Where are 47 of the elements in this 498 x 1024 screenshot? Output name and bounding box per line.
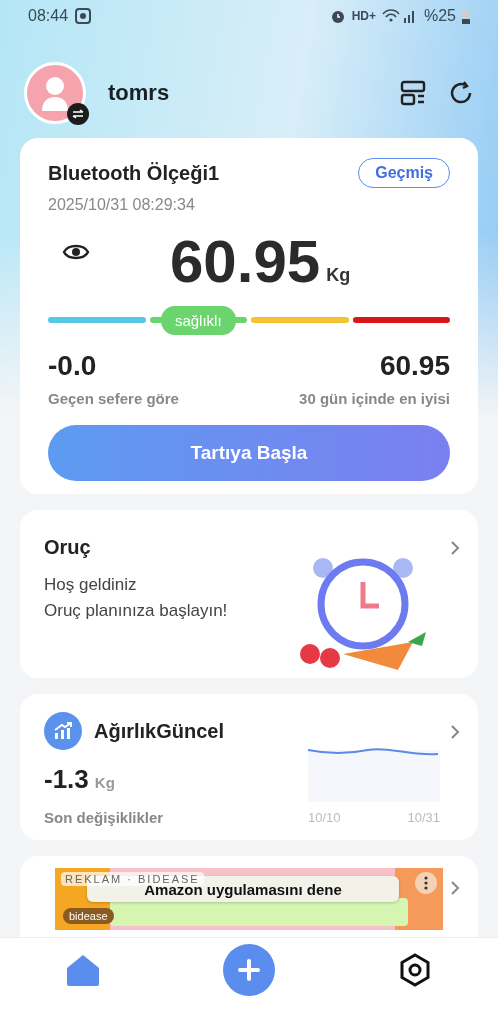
person-icon (40, 75, 70, 111)
add-button[interactable] (223, 944, 275, 996)
home-icon (66, 954, 100, 986)
trend-card[interactable]: AğırlıkGüncel -1.3 Kg Son değişiklikler 10/10 10/31 (20, 694, 478, 840)
ad-brand: bidease (63, 908, 114, 924)
card-text: Oruç planınıza başlayın! (44, 601, 229, 621)
axis-label: 10/31 (407, 810, 440, 825)
change-caption: Son değişiklikler (44, 809, 164, 826)
axis-label: 10/10 (308, 810, 341, 825)
ad-label: REKLAM · BIDEASE (61, 872, 204, 886)
fasting-card[interactable]: Oruç Hoş geldiniz Oruç planınıza başlayın! (20, 510, 478, 678)
network-label: HD+ (351, 9, 376, 23)
card-title: Oruç (44, 536, 91, 558)
card-text: Hoş geldiniz (44, 575, 138, 595)
plus-icon (238, 959, 260, 981)
settings-icon (399, 953, 431, 987)
alarm-icon (329, 8, 346, 24)
stat-label: 30 gün içinde en iyisi (299, 390, 450, 407)
trend-icon (44, 712, 82, 750)
switch-badge[interactable] (67, 103, 89, 125)
weight-unit: Kg (326, 265, 351, 286)
history-button[interactable]: Geçmiş (358, 158, 450, 188)
chevron-icon[interactable] (450, 880, 460, 896)
status-time: 08:44 (28, 7, 69, 25)
weight-value: 60.95 (170, 232, 321, 292)
chevron-icon[interactable] (450, 540, 460, 556)
card-title: AğırlıkGüncel (94, 719, 225, 743)
username: tomrs (108, 80, 170, 106)
battery-level: %25 (423, 7, 456, 25)
layout-icon[interactable] (400, 80, 426, 106)
timestamp: 2025/10/31 08:29:34 (48, 196, 196, 214)
stat-value: 60.95 (379, 350, 450, 382)
device-name: Bluetooth Ölçeği1 (48, 161, 220, 185)
ad-banner[interactable]: Amazon uygulamasını dene REKLAM · BIDEASE bidease (55, 868, 443, 930)
stat-label: Geçen sefere göre (48, 390, 179, 407)
screenshot-icon (74, 7, 93, 25)
stat-value: -0.0 (48, 350, 97, 382)
battery-icon (462, 8, 470, 24)
refresh-icon[interactable] (448, 80, 474, 106)
change-unit: Kg (94, 774, 115, 791)
change-value: -1.3 (44, 764, 89, 794)
swap-icon (72, 109, 84, 119)
chevron-icon[interactable] (450, 724, 460, 740)
more-button[interactable] (415, 872, 437, 894)
status-pill: sağlıklı (160, 305, 236, 335)
eye-icon[interactable] (62, 242, 90, 262)
more-icon (424, 876, 428, 890)
